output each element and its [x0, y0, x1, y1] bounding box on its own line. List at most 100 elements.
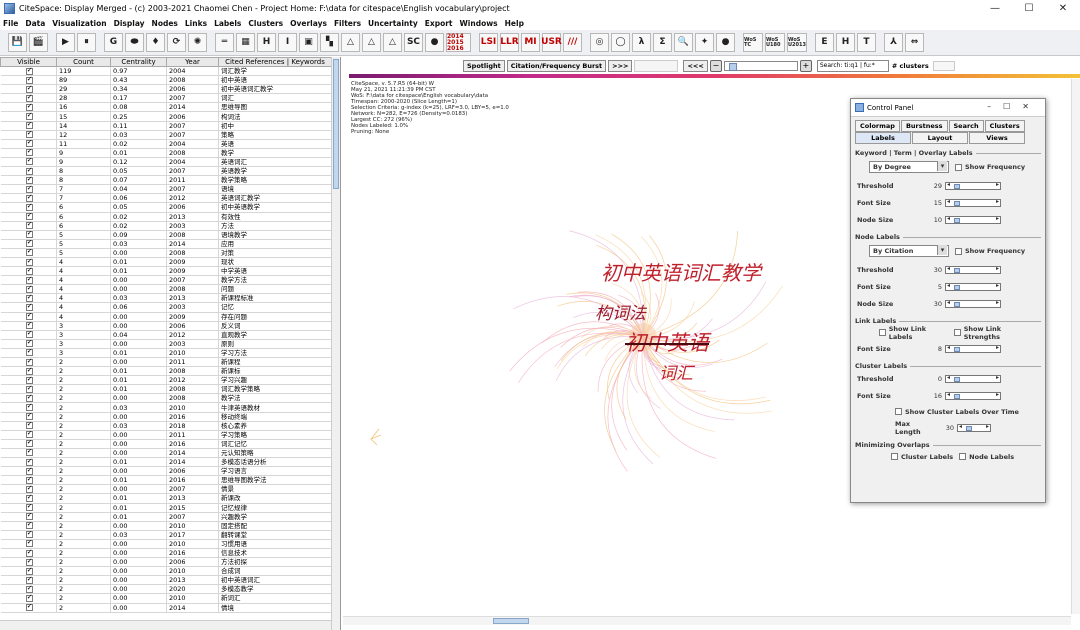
- visible-cell[interactable]: [0, 539, 57, 549]
- lambda-icon[interactable]: λ: [632, 33, 651, 52]
- tab-colormap[interactable]: Colormap: [855, 120, 900, 132]
- visible-cell[interactable]: [0, 130, 57, 140]
- visible-cell[interactable]: [0, 175, 57, 186]
- visible-cell[interactable]: [0, 484, 57, 495]
- table-vertical-scrollbar[interactable]: [331, 57, 340, 630]
- visible-checkbox[interactable]: [25, 567, 33, 575]
- visible-checkbox[interactable]: [25, 512, 33, 521]
- table-row[interactable]: 20.002010合成词: [0, 566, 332, 577]
- cluster-font-size-slider[interactable]: [945, 391, 1001, 400]
- visible-cell[interactable]: [0, 184, 57, 195]
- table-row[interactable]: 70.062012英语词汇教学: [0, 193, 332, 204]
- column-header-count[interactable]: Count: [56, 57, 111, 67]
- hat-icon[interactable]: ⬬: [125, 33, 144, 52]
- node-labels-overlap-checkbox[interactable]: [959, 453, 967, 460]
- menu-data[interactable]: Data: [25, 19, 45, 28]
- table-row[interactable]: 150.252006构词法: [0, 111, 332, 122]
- layout-g-icon[interactable]: G: [104, 33, 123, 52]
- visible-checkbox[interactable]: [25, 485, 33, 493]
- tab-burstness[interactable]: Burstness: [900, 120, 948, 132]
- table-row[interactable]: 20.002014情境: [0, 603, 332, 613]
- visible-cell[interactable]: [0, 603, 57, 613]
- table-row[interactable]: 20.002010新词汇: [0, 593, 332, 604]
- visible-checkbox[interactable]: [25, 448, 33, 457]
- visible-checkbox[interactable]: [25, 139, 33, 148]
- visible-cell[interactable]: [0, 139, 57, 149]
- table-row[interactable]: 290.342006初中英语词汇教学: [0, 84, 332, 95]
- close-button[interactable]: ✕: [1046, 0, 1080, 17]
- visible-checkbox[interactable]: [25, 439, 33, 448]
- visible-checkbox[interactable]: [25, 303, 33, 311]
- visible-checkbox[interactable]: [25, 385, 33, 393]
- refresh-icon[interactable]: ⟳: [167, 33, 186, 52]
- table-row[interactable]: 120.032007策略: [0, 130, 332, 140]
- visible-cell[interactable]: [0, 575, 57, 586]
- llr-button[interactable]: LLR: [500, 33, 519, 52]
- visible-checkbox[interactable]: [25, 103, 33, 111]
- visible-cell[interactable]: [0, 266, 57, 277]
- table-row[interactable]: 20.002016词汇记忆: [0, 439, 332, 449]
- visible-checkbox[interactable]: [25, 176, 33, 184]
- search-input[interactable]: Search: ti:q1 | fu:*: [816, 59, 889, 72]
- i-icon[interactable]: I: [278, 33, 297, 52]
- visible-cell[interactable]: [0, 530, 57, 540]
- visible-cell[interactable]: [0, 466, 57, 477]
- visible-cell[interactable]: [0, 348, 57, 359]
- zoom-out-icon[interactable]: −: [709, 59, 722, 72]
- link-icon[interactable]: ═: [215, 33, 234, 52]
- visible-cell[interactable]: [0, 475, 57, 486]
- visible-checkbox[interactable]: [25, 121, 33, 130]
- tree-icon[interactable]: ⅄: [884, 33, 903, 52]
- filter-field[interactable]: [634, 59, 679, 72]
- visible-cell[interactable]: [0, 384, 57, 395]
- visible-cell[interactable]: [0, 439, 57, 449]
- visible-checkbox[interactable]: [25, 503, 33, 512]
- table-row[interactable]: 20.002011学习策略: [0, 430, 332, 440]
- visible-cell[interactable]: [0, 111, 57, 122]
- table-row[interactable]: 20.002010固定搭配: [0, 521, 332, 531]
- visible-checkbox[interactable]: [25, 157, 33, 166]
- visible-cell[interactable]: [0, 157, 57, 168]
- table-row[interactable]: 30.042012直观教学: [0, 330, 332, 340]
- table-row[interactable]: 20.012008新课标: [0, 366, 332, 377]
- dots-icon[interactable]: ●: [716, 33, 735, 52]
- table-row[interactable]: 40.012009现状: [0, 257, 332, 268]
- visible-cell[interactable]: [0, 239, 57, 249]
- wos-u180-button[interactable]: WoS U180: [765, 33, 785, 52]
- visible-checkbox[interactable]: [25, 276, 33, 284]
- cluster-threshold-slider[interactable]: [945, 374, 1001, 383]
- visible-checkbox[interactable]: [25, 358, 33, 366]
- node-node-size-slider[interactable]: [945, 299, 1001, 308]
- blob-icon[interactable]: ◯: [611, 33, 630, 52]
- table-row[interactable]: 20.002006学习语言: [0, 466, 332, 477]
- table-row[interactable]: 20.012012学习兴趣: [0, 375, 332, 386]
- table-row[interactable]: 20.032017翻转课堂: [0, 530, 332, 540]
- wos-u2013-button[interactable]: WoS U2013: [787, 33, 807, 52]
- menu-display[interactable]: Display: [114, 19, 145, 28]
- table-row[interactable]: 60.052006初中英语教学: [0, 202, 332, 213]
- show-cluster-labels-over-time-checkbox[interactable]: [895, 408, 902, 415]
- snapshot-icon[interactable]: 🎬: [29, 33, 48, 52]
- node-label-mode-select[interactable]: By Citation: [869, 245, 949, 257]
- link-font-size-slider[interactable]: [945, 344, 1001, 353]
- table-row[interactable]: 30.012010学习方法: [0, 348, 332, 359]
- visible-cell[interactable]: [0, 521, 57, 531]
- table-row[interactable]: 20.002007情景: [0, 484, 332, 495]
- show-link-strengths-checkbox[interactable]: [954, 329, 961, 336]
- wos-tc-button[interactable]: WoS TC: [743, 33, 763, 52]
- table-row[interactable]: 20.012014多模态话语分析: [0, 457, 332, 468]
- sigma-icon[interactable]: Σ: [653, 33, 672, 52]
- visible-checkbox[interactable]: [25, 285, 33, 293]
- visible-cell[interactable]: [0, 421, 57, 431]
- visible-checkbox[interactable]: [25, 521, 33, 530]
- kw-node-size-slider[interactable]: [945, 215, 1001, 224]
- next-button[interactable]: >>>: [608, 59, 633, 72]
- visible-cell[interactable]: [0, 330, 57, 340]
- visible-cell[interactable]: [0, 393, 57, 404]
- visible-checkbox[interactable]: [25, 576, 33, 584]
- t-button[interactable]: T: [857, 33, 876, 52]
- visible-checkbox[interactable]: [25, 594, 33, 602]
- visible-checkbox[interactable]: [25, 339, 33, 348]
- visible-checkbox[interactable]: [25, 330, 33, 339]
- zoom-in-icon[interactable]: +: [799, 59, 812, 72]
